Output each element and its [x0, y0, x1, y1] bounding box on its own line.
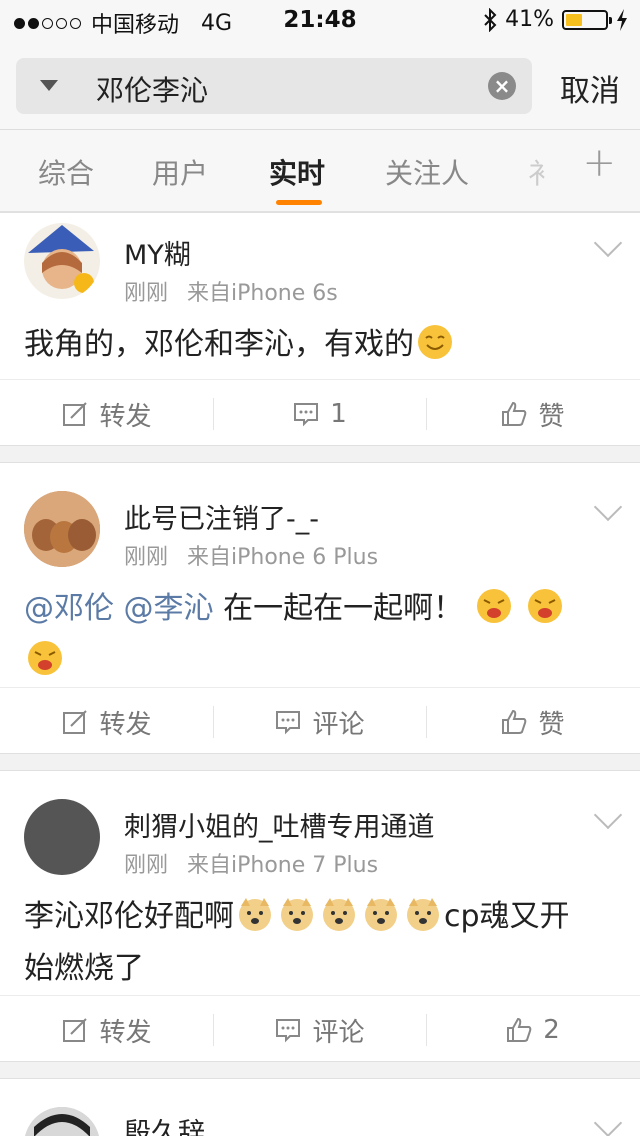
status-right: 41% — [483, 7, 628, 32]
post-time: 刚刚 — [124, 545, 169, 570]
post-menu-chevron-icon[interactable] — [593, 492, 623, 522]
tab-realtime[interactable]: 实时 — [269, 152, 325, 192]
doge-emoji-icon — [323, 898, 355, 931]
status-bar: 中国移动 4G 21:48 41% — [0, 0, 640, 40]
search-scope-dropdown-icon[interactable] — [40, 80, 58, 91]
search-tabs: 综合 用户 实时 关注人 衤 + — [0, 130, 640, 212]
doge-emoji-icon — [365, 898, 397, 931]
crying-emoji-icon — [28, 641, 62, 675]
like-button[interactable]: 赞 — [426, 380, 639, 448]
crying-emoji-icon — [528, 589, 563, 623]
like-count: 2 — [543, 1015, 560, 1045]
post-menu-chevron-icon[interactable] — [593, 800, 623, 830]
like-button[interactable]: 2 — [426, 996, 639, 1064]
post-source: 来自iPhone 6s — [187, 281, 338, 306]
post-menu-chevron-icon[interactable] — [593, 228, 623, 258]
battery-fill — [566, 13, 582, 26]
search-area: 邓伦李沁 × 取消 — [0, 40, 640, 130]
doge-emoji-icon — [407, 898, 439, 931]
clear-search-icon[interactable]: × — [488, 72, 516, 100]
post-source: 来自iPhone 6 Plus — [187, 545, 379, 570]
comment-button[interactable]: 评论 — [213, 688, 426, 756]
comment-label: 评论 — [312, 1017, 365, 1048]
tab-following[interactable]: 关注人 — [385, 152, 469, 192]
cancel-button[interactable]: 取消 — [560, 66, 620, 110]
comment-icon — [276, 1019, 301, 1043]
avatar[interactable] — [24, 1107, 100, 1136]
post-actions: 转发 1 赞 — [0, 379, 640, 447]
comment-label: 评论 — [312, 709, 365, 740]
battery-icon — [562, 9, 612, 30]
post-actions: 转发 评论 赞 — [0, 687, 640, 755]
comment-icon — [294, 403, 319, 427]
feed-card: 殷久辞 — [0, 1078, 640, 1136]
tab-more-faded[interactable]: 衤 — [528, 152, 556, 192]
repost-button[interactable]: 转发 — [0, 996, 213, 1064]
post-meta: 刚刚 来自iPhone 7 Plus — [124, 847, 378, 879]
post-text: 李沁邓伦好配啊 cp魂又开始燃烧了 — [24, 891, 616, 995]
post-body: 在一起在一起啊！ — [223, 591, 464, 626]
username[interactable]: MY糊 — [124, 233, 191, 272]
bluetooth-icon — [484, 7, 497, 32]
tab-comprehensive[interactable]: 综合 — [38, 152, 94, 192]
thumbs-up-icon — [507, 1017, 532, 1042]
repost-label: 转发 — [99, 1017, 152, 1048]
avatar[interactable] — [24, 223, 100, 299]
repost-icon — [63, 1018, 88, 1042]
post-text: 我角的，邓伦和李沁，有戏的 — [24, 319, 616, 371]
avatar[interactable] — [24, 491, 100, 567]
like-label: 赞 — [538, 709, 565, 740]
avatar-image — [24, 1107, 100, 1136]
repost-label: 转发 — [99, 401, 152, 432]
comment-button[interactable]: 1 — [213, 380, 426, 448]
post-actions: 转发 评论 2 — [0, 995, 640, 1063]
mention-link[interactable]: @邓伦 — [24, 591, 114, 626]
smile-emoji-icon — [418, 325, 452, 359]
post-time: 刚刚 — [124, 853, 169, 878]
post-body: 我角的，邓伦和李沁，有戏的 — [24, 327, 414, 362]
post-text: @邓伦 @李沁 在一起在一起啊！ — [24, 583, 616, 687]
username[interactable]: 此号已注销了-_- — [124, 497, 319, 536]
thumbs-up-icon — [502, 709, 527, 734]
repost-button[interactable]: 转发 — [0, 380, 213, 448]
mention-link[interactable]: @李沁 — [124, 591, 214, 626]
post-source: 来自iPhone 7 Plus — [187, 853, 379, 878]
comment-icon — [276, 711, 301, 735]
battery-percent: 41% — [505, 7, 554, 32]
username[interactable]: 殷久辞 — [124, 1111, 205, 1136]
avatar-image — [28, 225, 94, 293]
active-tab-indicator — [276, 200, 322, 205]
avatar-image — [24, 491, 100, 567]
post-body: cp魂又开 — [444, 899, 570, 934]
post-meta: 刚刚 来自iPhone 6 Plus — [124, 539, 378, 571]
doge-emoji-icon — [281, 898, 313, 931]
search-query[interactable]: 邓伦李沁 — [96, 69, 208, 109]
feed-card: 此号已注销了-_- 刚刚 来自iPhone 6 Plus @邓伦 @李沁 在一起… — [0, 462, 640, 754]
tab-users[interactable]: 用户 — [152, 152, 208, 192]
thumbs-up-icon — [502, 401, 527, 426]
charging-icon — [617, 8, 627, 31]
feed-card: 刺猬小姐的_吐槽专用通道 刚刚 来自iPhone 7 Plus 李沁邓伦好配啊 c… — [0, 770, 640, 1062]
search-input[interactable]: 邓伦李沁 × — [16, 58, 532, 114]
feed-card: MY糊 刚刚 来自iPhone 6s 我角的，邓伦和李沁，有戏的 转发 1 赞 — [0, 212, 640, 446]
avatar[interactable] — [24, 799, 100, 875]
post-menu-chevron-icon[interactable] — [593, 1108, 623, 1136]
comment-button[interactable]: 评论 — [213, 996, 426, 1064]
repost-icon — [63, 402, 88, 426]
post-time: 刚刚 — [124, 281, 169, 306]
comment-count: 1 — [330, 399, 347, 429]
post-meta: 刚刚 来自iPhone 6s — [124, 275, 338, 307]
repost-icon — [63, 710, 88, 734]
repost-button[interactable]: 转发 — [0, 688, 213, 756]
post-body: 始燃烧了 — [24, 951, 144, 986]
add-tab-button[interactable]: + — [582, 140, 616, 186]
repost-label: 转发 — [99, 709, 152, 740]
username[interactable]: 刺猬小姐的_吐槽专用通道 — [124, 805, 435, 844]
like-label: 赞 — [538, 401, 565, 432]
like-button[interactable]: 赞 — [426, 688, 639, 756]
doge-emoji-icon — [239, 898, 271, 931]
post-body: 李沁邓伦好配啊 — [24, 899, 234, 934]
crying-emoji-icon — [476, 589, 511, 623]
